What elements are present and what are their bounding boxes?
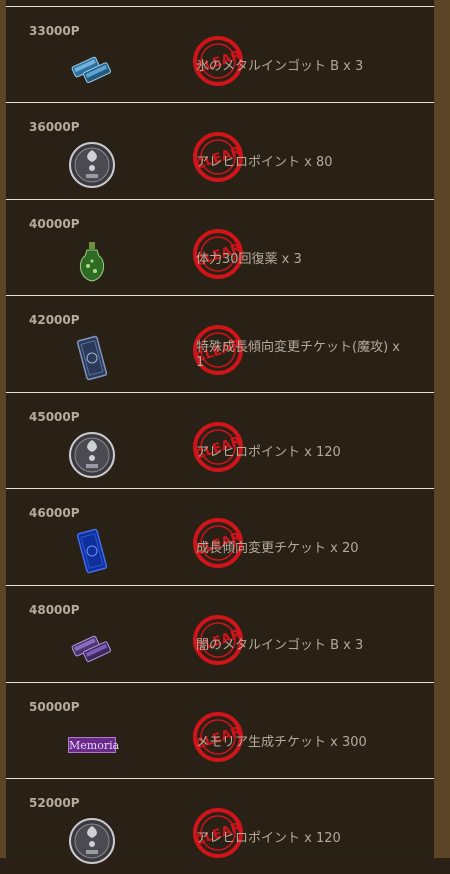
memoria-ticket-icon: Memoria [68,721,120,769]
reward-row: 45000P CLEAR アレヒロポイント x 120 [6,392,434,488]
medal-icon [68,141,116,189]
potion-icon [68,238,116,286]
page-frame: 33000P CLEAR 氷のメタルインゴット B x 3 36000P CLE… [0,0,450,864]
reward-row: 42000P CLEAR 特殊成長傾向変更チケット(魔攻) x 1 [6,295,434,391]
reward-item-label: 特殊成長傾向変更チケット(魔攻) x 1 [196,340,400,370]
reward-row: 52000P CLEAR アレヒロポイント x 120 [6,778,434,874]
reward-points: 33000P [29,24,80,38]
reward-item-label: メモリア生成チケット x 300 [196,735,367,750]
reward-points: 50000P [29,700,80,714]
memoria-logo: Memoria [68,737,120,753]
blue-ticket-icon [68,527,116,575]
reward-points: 40000P [29,217,80,231]
reward-points: 36000P [29,120,80,134]
reward-item-label: アレヒロポイント x 80 [196,155,333,170]
reward-item-label: アレヒロポイント x 120 [196,831,341,846]
blue-ingot-icon [68,45,116,93]
reward-points: 48000P [29,603,80,617]
reward-row: 33000P CLEAR 氷のメタルインゴット B x 3 [6,6,434,102]
reward-item-label: アレヒロポイント x 120 [196,445,341,460]
reward-points: 42000P [29,313,80,327]
reward-item-label: 体力30回復薬 x 3 [196,252,302,267]
reward-row: 36000P CLEAR アレヒロポイント x 80 [6,102,434,198]
reward-row: 48000P CLEAR 闇のメタルインゴット B x 3 [6,585,434,681]
reward-item-label: 成長傾向変更チケット x 20 [196,541,359,556]
reward-row: 46000P CLEAR 成長傾向変更チケット x 20 [6,488,434,584]
reward-row: 40000P CLEAR 体力30回復薬 x 3 [6,199,434,295]
reward-points: 45000P [29,410,80,424]
reward-points: 52000P [29,796,80,810]
reward-item-label: 闇のメタルインゴット B x 3 [196,638,364,653]
medal-icon [68,431,116,479]
reward-points: 46000P [29,506,80,520]
reward-list: 33000P CLEAR 氷のメタルインゴット B x 3 36000P CLE… [6,0,434,864]
reward-row: 50000P Memoria CLEAR メモリア生成チケット x 300 [6,682,434,778]
reward-item-label: 氷のメタルインゴット B x 3 [196,59,364,74]
purple-ingot-icon [68,624,116,672]
dark-ticket-icon [68,334,116,382]
